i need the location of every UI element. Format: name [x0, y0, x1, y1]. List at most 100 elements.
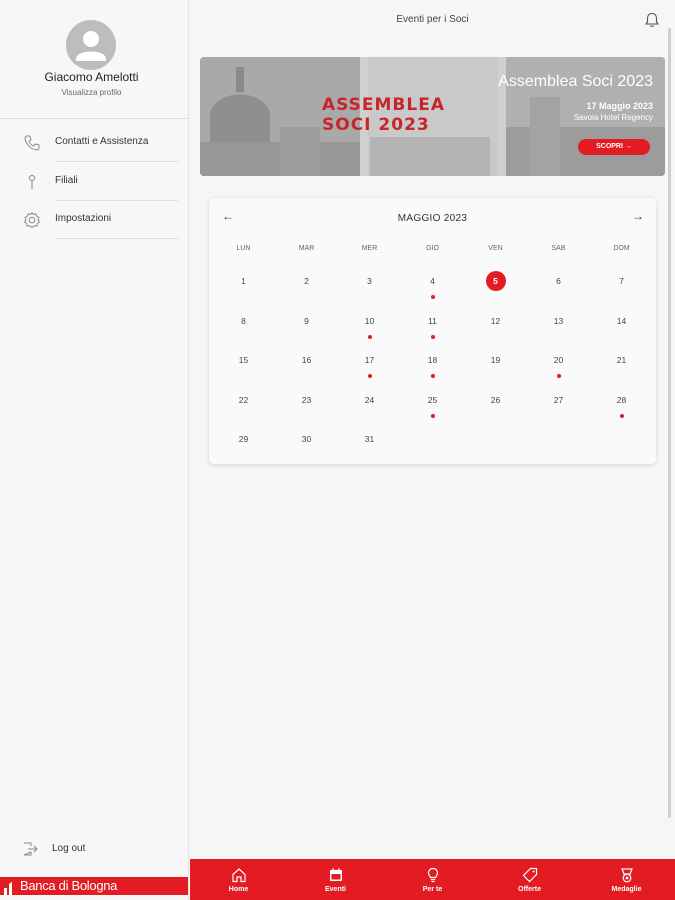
menu-item-label: Filiali — [55, 175, 78, 186]
menu-item-label: Impostazioni — [55, 213, 112, 224]
banner-headline: ASSEMBLEA SOCI 2023 — [322, 95, 445, 135]
menu-item-impostazioni[interactable]: Impostazioni — [0, 201, 188, 239]
nav-label: Offerte — [518, 886, 541, 893]
calendar-day-number: 12 — [490, 315, 501, 326]
calendar-day-number: 6 — [556, 276, 561, 286]
calendar-day[interactable]: 13 — [527, 304, 590, 344]
weekday-label: VEN — [488, 245, 503, 252]
menu-item-contatti[interactable]: Contatti e Assistenza — [0, 124, 188, 162]
phone-icon — [22, 133, 42, 153]
calendar-day-number: 15 — [238, 355, 249, 365]
calendar-day[interactable]: 21 — [590, 343, 653, 383]
logout-button[interactable]: Log out — [0, 836, 188, 862]
nav-eventi[interactable]: Eventi — [287, 859, 384, 900]
weekday-label: SAB — [551, 245, 566, 252]
bell-icon[interactable] — [643, 11, 661, 29]
nav-medaglie[interactable]: Medaglie — [578, 859, 675, 900]
logout-icon — [20, 839, 40, 859]
calendar-day[interactable]: 4 — [401, 264, 464, 304]
calendar-day[interactable]: 18 — [401, 343, 464, 383]
scrollbar[interactable] — [668, 28, 671, 818]
calendar-day[interactable]: 31 — [338, 422, 401, 462]
calendar-icon — [327, 866, 345, 884]
calendar-day[interactable]: 27 — [527, 383, 590, 423]
menu-item-filiali[interactable]: Filiali — [0, 163, 188, 201]
calendar-day-number: 31 — [364, 434, 375, 444]
event-indicator-dot — [430, 334, 435, 339]
calendar-day[interactable]: 7 — [590, 264, 653, 304]
nav-offerte[interactable]: Offerte — [481, 859, 578, 900]
calendar-day-number: 24 — [364, 394, 375, 405]
banner-venue: Savoia Hotel Regency — [573, 113, 653, 122]
calendar-day[interactable]: 19 — [464, 343, 527, 383]
event-indicator-dot — [430, 413, 435, 418]
calendar-day[interactable]: 3 — [338, 264, 401, 304]
calendar-day[interactable]: 2 — [275, 264, 338, 304]
calendar-day[interactable]: 1 — [212, 264, 275, 304]
view-profile-link[interactable]: Visualizza profilo — [0, 88, 183, 97]
weekday-label: MER — [361, 245, 378, 252]
tag-icon — [521, 866, 539, 884]
calendar-day[interactable]: 16 — [275, 343, 338, 383]
event-indicator-dot — [430, 295, 435, 299]
brand-mark-icon — [3, 880, 15, 895]
calendar-day[interactable]: 26 — [464, 383, 527, 423]
calendar-day-number: 22 — [238, 394, 249, 405]
calendar-day-number: 17 — [364, 355, 375, 365]
calendar-day-number: 29 — [238, 434, 249, 444]
calendar-day-number: 25 — [427, 394, 438, 405]
calendar-day[interactable]: 20 — [527, 343, 590, 383]
calendar-day-number: 16 — [301, 355, 312, 365]
calendar-day[interactable]: 9 — [275, 304, 338, 344]
calendar-day[interactable]: 8 — [212, 304, 275, 344]
calendar-day-number: 28 — [616, 394, 627, 405]
divider — [55, 238, 178, 239]
event-banner[interactable]: ASSEMBLEA SOCI 2023 Assemblea Soci 2023 … — [200, 57, 665, 176]
brand-name: Banca di Bologna — [20, 878, 118, 893]
calendar-day-number: 3 — [367, 276, 372, 286]
home-icon — [230, 866, 248, 884]
discover-button[interactable]: SCOPRI → — [578, 139, 650, 155]
calendar: ← MAGGIO 2023 → LUN MAR MER GIO VEN SAB … — [209, 198, 656, 464]
calendar-day-number: 23 — [301, 394, 312, 405]
banner-headline-line: SOCI 2023 — [322, 115, 430, 135]
calendar-day[interactable]: 12 — [464, 304, 527, 344]
next-month-button[interactable]: → — [630, 209, 646, 225]
calendar-day[interactable]: 29 — [212, 422, 275, 462]
avatar[interactable] — [66, 20, 116, 70]
calendar-day-number: 27 — [553, 394, 564, 405]
banner-headline-line: ASSEMBLEA — [322, 95, 445, 115]
calendar-day[interactable]: 15 — [212, 343, 275, 383]
nav-home[interactable]: Home — [190, 859, 287, 900]
location-pin-icon — [22, 172, 42, 192]
calendar-day-number: 20 — [553, 355, 564, 365]
nav-per-te[interactable]: Per te — [384, 859, 481, 900]
calendar-day[interactable]: 10 — [338, 304, 401, 344]
nav-label: Per te — [422, 886, 443, 893]
calendar-day[interactable]: 6 — [527, 264, 590, 304]
event-indicator-dot — [430, 374, 435, 378]
divider — [0, 118, 188, 119]
calendar-day-number: 19 — [490, 355, 501, 365]
calendar-day[interactable]: 30 — [275, 422, 338, 462]
weekday-label: GIO — [426, 245, 439, 252]
weekday-label: DOM — [613, 245, 630, 252]
calendar-day[interactable]: 14 — [590, 304, 653, 344]
sidebar: Giacomo Amelotti Visualizza profilo Cont… — [0, 0, 189, 900]
calendar-day[interactable]: 24 — [338, 383, 401, 423]
calendar-day[interactable]: 17 — [338, 343, 401, 383]
calendar-day[interactable]: 5 — [464, 264, 527, 304]
weekday-label: MAR — [298, 245, 315, 252]
calendar-day-number: 9 — [304, 315, 309, 326]
calendar-day-number: 30 — [301, 434, 312, 444]
brand-logo: Banca di Bologna — [0, 877, 188, 895]
event-indicator-dot — [619, 413, 624, 418]
calendar-days-grid: 1 2 3 4 5 6 7 8 9 10 11 12 13 14 15 16 17 18 19 20 21 22 23 24 2… — [212, 264, 653, 462]
calendar-day[interactable]: 22 — [212, 383, 275, 423]
calendar-day[interactable]: 28 — [590, 383, 653, 423]
calendar-day[interactable]: 23 — [275, 383, 338, 423]
calendar-day[interactable]: 25 — [401, 383, 464, 423]
banner-title: Assemblea Soci 2023 — [498, 73, 653, 90]
calendar-day-number: 26 — [490, 394, 501, 405]
calendar-day[interactable]: 11 — [401, 304, 464, 344]
